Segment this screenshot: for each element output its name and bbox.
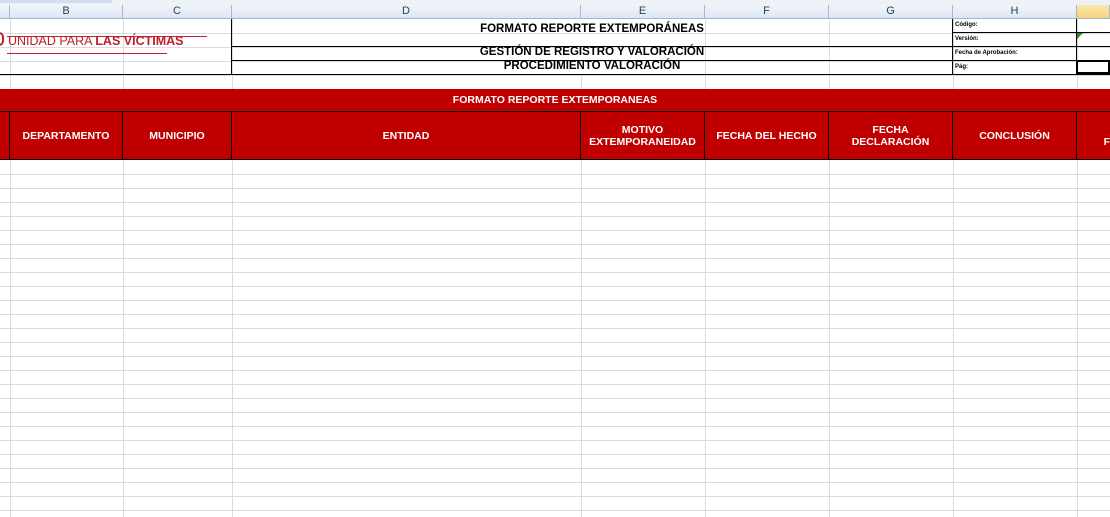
column-header-i-selected[interactable] [1077, 5, 1110, 19]
active-cell[interactable] [1076, 60, 1110, 74]
column-header-c[interactable]: C [123, 5, 232, 19]
logo-text: UNIDAD PARA LAS VÍCTIMAS [8, 34, 184, 48]
gridline [0, 328, 1110, 329]
approval-date-label: Fecha de Aprobación: [955, 50, 1018, 56]
header-conclusion[interactable]: CONCLUSIÓN [953, 112, 1076, 159]
header-fecha-declaracion[interactable]: FECHA DECLARACIÓN [829, 112, 952, 159]
comment-indicator-icon[interactable] [1077, 33, 1083, 39]
page-label: Pág: [955, 64, 969, 70]
logo-rule-bottom [7, 53, 167, 54]
table-header-border [0, 159, 1110, 160]
column-header-g[interactable]: G [829, 5, 953, 19]
gridline [0, 258, 1110, 259]
form-title[interactable]: FORMATO REPORTE EXTEMPORÁNEAS [232, 23, 952, 39]
gridline [0, 188, 1110, 189]
gridline [0, 75, 1110, 76]
logo-emblem-icon [0, 32, 4, 46]
gridline [0, 174, 1110, 175]
gridline [0, 370, 1110, 371]
header-motivo-extemporaneidad[interactable]: MOTIVO EXTEMPORANEIDAD [581, 112, 704, 159]
form-subtitle[interactable]: GESTIÓN DE REGISTRO Y VALORACIÓN [232, 46, 952, 60]
header-entidad[interactable]: ENTIDAD [232, 112, 580, 159]
gridline [0, 482, 1110, 483]
report-banner[interactable]: FORMATO REPORTE EXTEMPORANEAS [0, 89, 1110, 111]
column-header-a[interactable] [0, 5, 10, 19]
column-header-b[interactable]: B [10, 5, 123, 19]
gridline [0, 202, 1110, 203]
gridline [0, 342, 1110, 343]
gridline [0, 300, 1110, 301]
column-header-d[interactable]: D [232, 5, 581, 19]
column-header-e[interactable]: E [581, 5, 705, 19]
header-border [952, 32, 1110, 33]
gridline [0, 272, 1110, 273]
header-departamento[interactable]: DEPARTAMENTO [10, 112, 122, 159]
version-label: Versión: [955, 36, 979, 42]
gridline [0, 286, 1110, 287]
gridline [0, 496, 1110, 497]
column-header-f[interactable]: F [705, 5, 829, 19]
gridline [0, 426, 1110, 427]
gridline [0, 244, 1110, 245]
logo-text-bold: LAS VÍCTIMAS [95, 34, 184, 48]
gridline [0, 412, 1110, 413]
gridline [0, 468, 1110, 469]
header-partial[interactable]: F [1077, 112, 1110, 159]
gridline [0, 216, 1110, 217]
logo: UNIDAD PARA LAS VÍCTIMAS [0, 30, 230, 54]
form-procedure[interactable]: PROCEDIMIENTO VALORACIÓN [232, 60, 952, 74]
gridline [0, 454, 1110, 455]
gridline [0, 356, 1110, 357]
header-fecha-del-hecho[interactable]: FECHA DEL HECHO [705, 112, 828, 159]
header-border [952, 19, 953, 75]
gridline [0, 440, 1110, 441]
gridline [0, 384, 1110, 385]
gridline [0, 230, 1110, 231]
gridline [0, 398, 1110, 399]
code-label: Código: [955, 22, 978, 28]
name-box-edge [0, 0, 112, 3]
header-border [0, 74, 1110, 75]
logo-text-regular: UNIDAD PARA [8, 34, 96, 48]
gridline [0, 510, 1110, 511]
header-municipio[interactable]: MUNICIPIO [123, 112, 231, 159]
gridline [0, 314, 1110, 315]
column-header-h[interactable]: H [953, 5, 1077, 19]
